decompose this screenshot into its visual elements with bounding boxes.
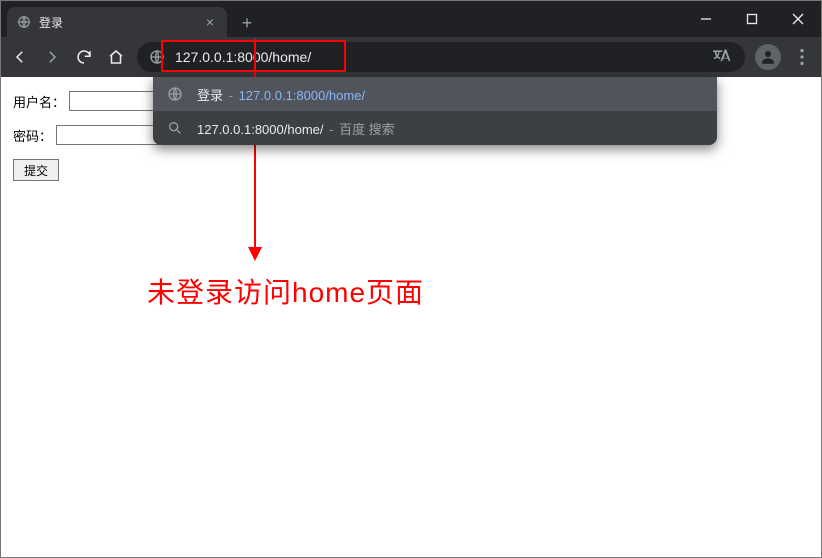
suggestion-suffix: 百度 搜索 — [339, 122, 395, 137]
suggestion-item[interactable]: 127.0.0.1:8000/home/ - 百度 搜索 — [153, 111, 717, 145]
close-window-button[interactable] — [775, 1, 821, 37]
maximize-button[interactable] — [729, 1, 775, 37]
suggestion-url: 127.0.0.1:8000/home/ — [239, 88, 366, 103]
password-label: 密码： — [13, 126, 52, 145]
submit-button[interactable]: 提交 — [13, 159, 59, 181]
annotation-text: 未登录访问home页面 — [147, 271, 424, 311]
back-button[interactable] — [9, 46, 31, 68]
translate-icon[interactable] — [713, 47, 733, 67]
globe-icon — [17, 15, 31, 29]
site-info-icon[interactable] — [149, 49, 165, 65]
forward-button[interactable] — [41, 46, 63, 68]
suggestion-prefix: 登录 — [197, 88, 223, 103]
annotation-arrow — [254, 39, 256, 259]
new-tab-button[interactable]: + — [233, 9, 261, 37]
reload-button[interactable] — [73, 46, 95, 68]
address-bar[interactable] — [137, 42, 745, 72]
browser-tab[interactable]: 登录 × — [7, 7, 227, 37]
url-suggestions-dropdown: 登录 - 127.0.0.1:8000/home/ 127.0.0.1:8000… — [153, 77, 717, 145]
suggestion-item[interactable]: 登录 - 127.0.0.1:8000/home/ — [153, 77, 717, 111]
window-controls — [683, 1, 821, 37]
home-button[interactable] — [105, 46, 127, 68]
suggestion-url: 127.0.0.1:8000/home/ — [197, 122, 324, 137]
username-label: 用户名： — [13, 92, 65, 111]
globe-icon — [167, 86, 183, 102]
title-bar: 登录 × + — [1, 1, 821, 37]
profile-avatar[interactable] — [755, 44, 781, 70]
toolbar — [1, 37, 821, 77]
kebab-menu-icon[interactable] — [791, 46, 813, 68]
tab-title: 登录 — [39, 14, 63, 31]
minimize-button[interactable] — [683, 1, 729, 37]
close-tab-icon[interactable]: × — [203, 15, 217, 29]
search-icon — [167, 120, 183, 136]
